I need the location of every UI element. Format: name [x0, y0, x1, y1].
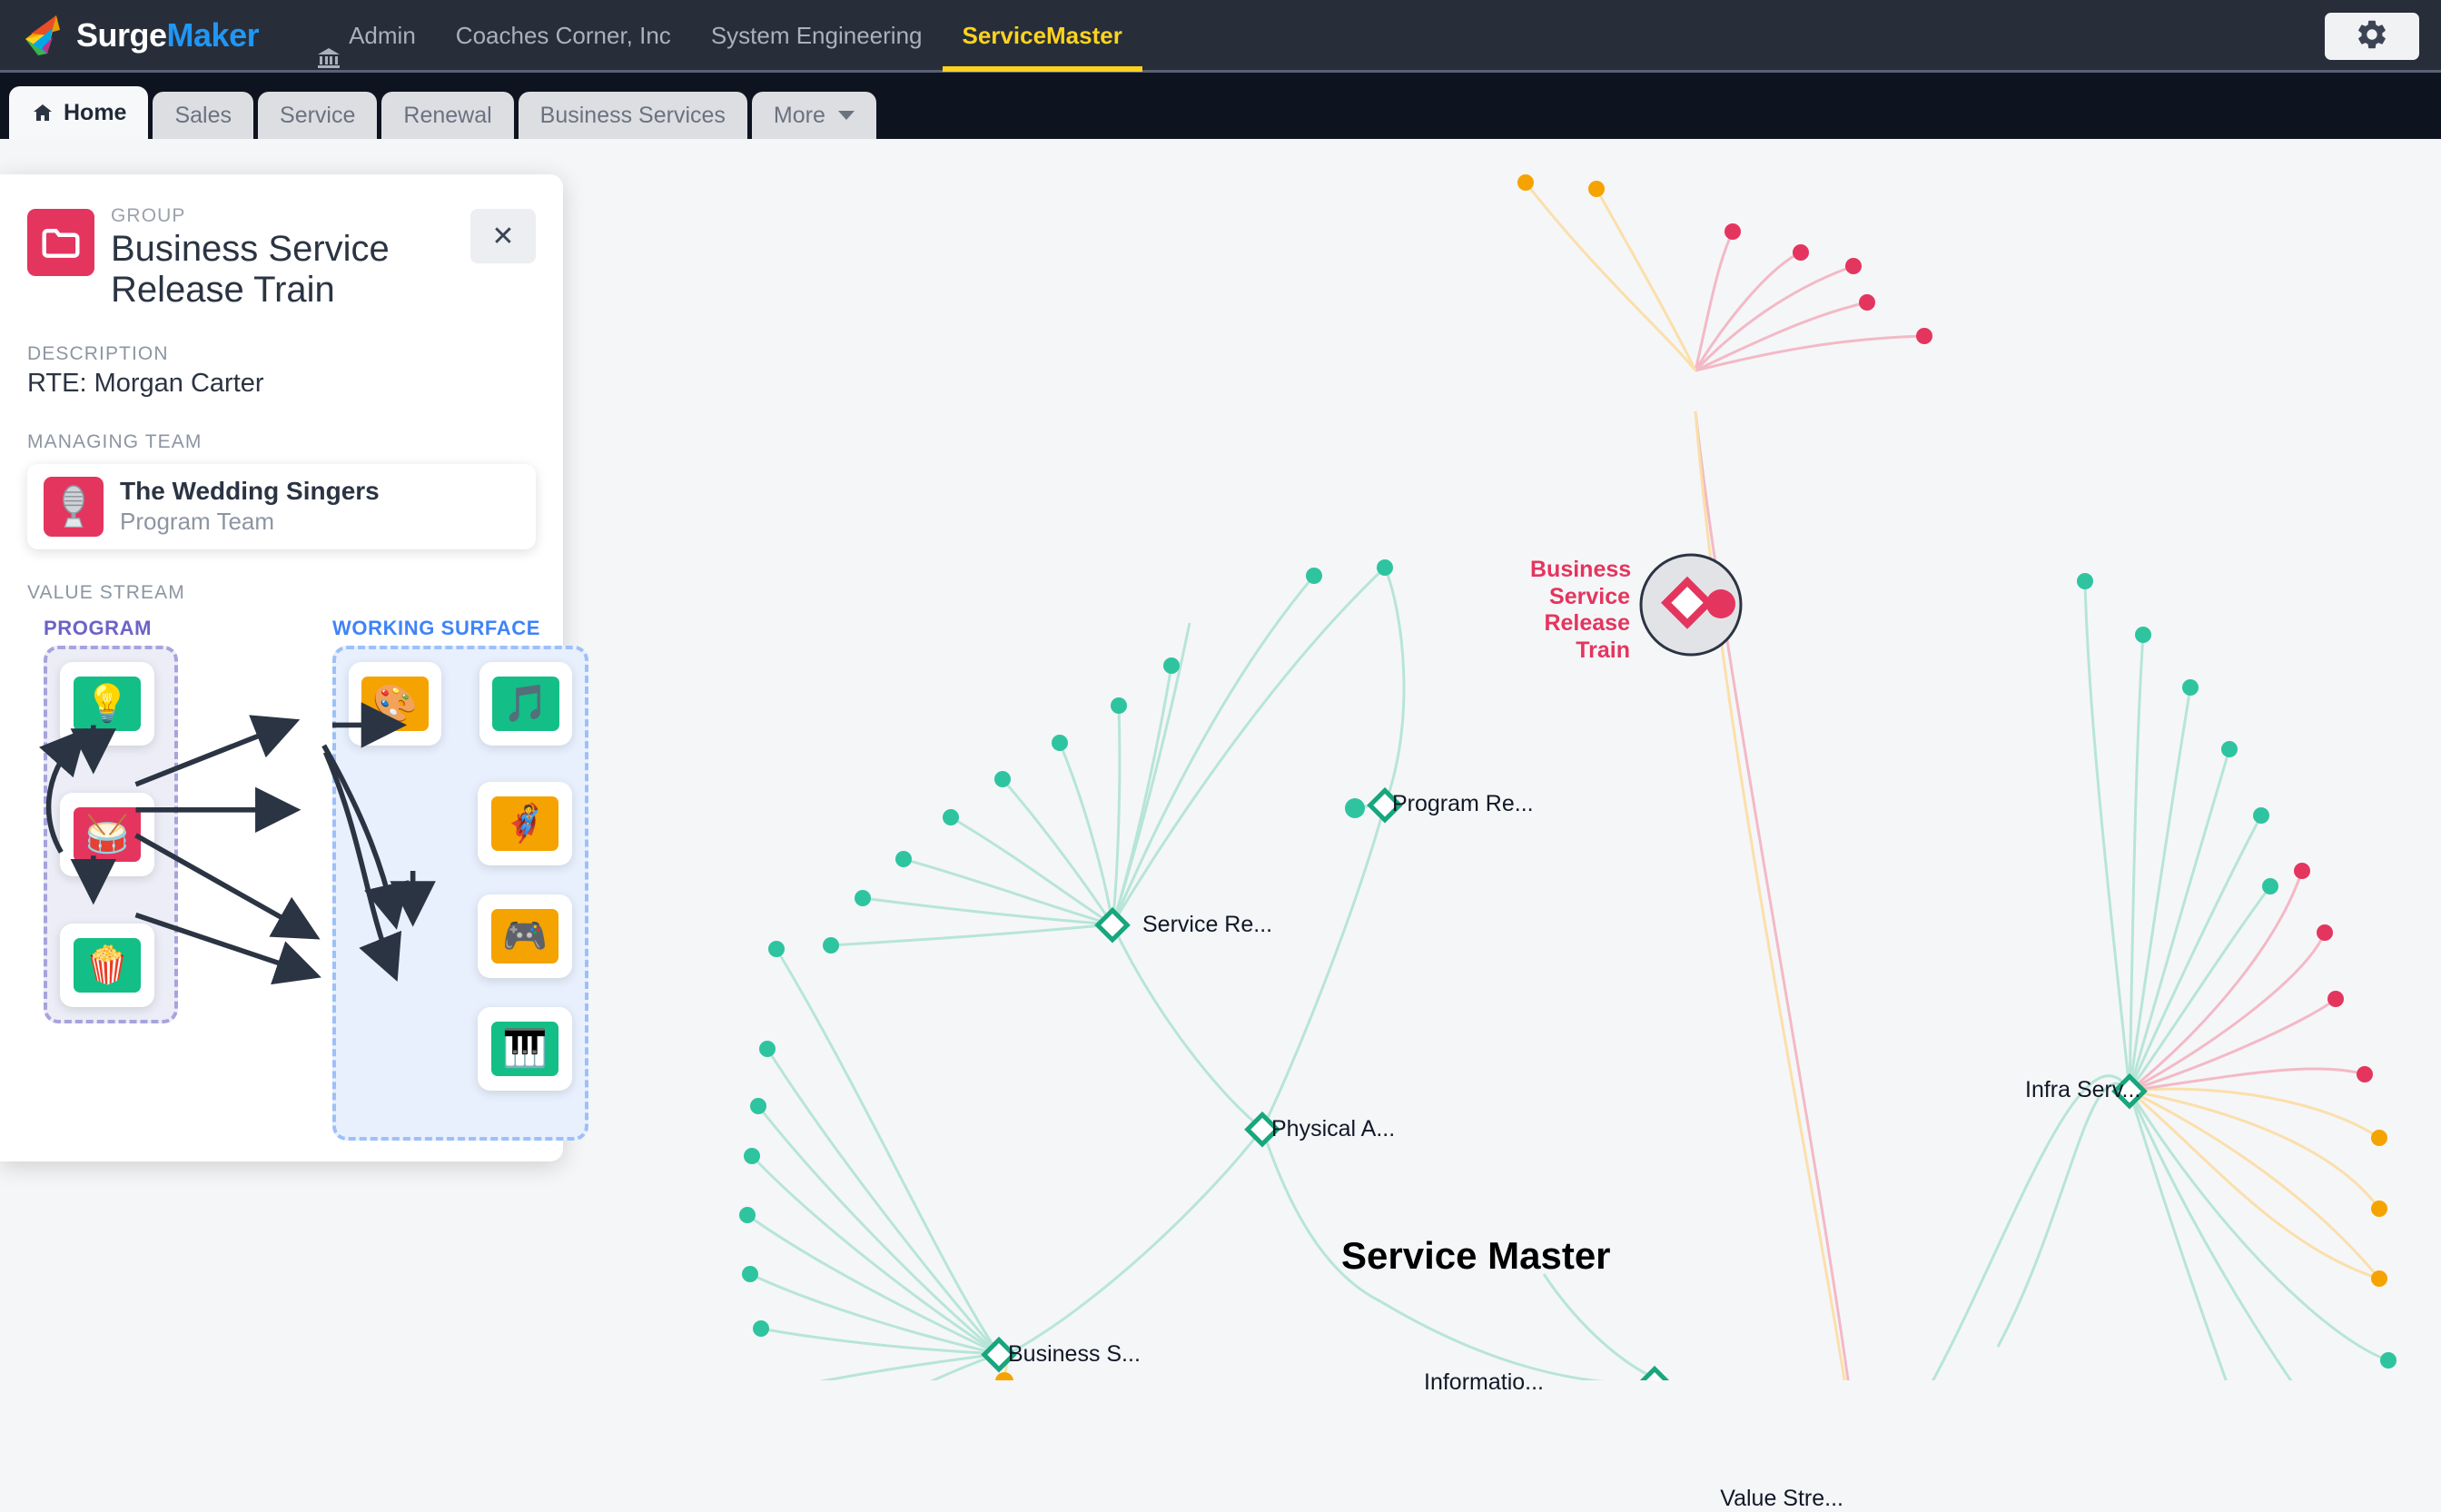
tab-label: Service — [280, 102, 356, 128]
drum-icon: 🥁 — [74, 806, 141, 862]
graph-node-label-infra-serv[interactable]: Infra Serv... — [2025, 1077, 2140, 1103]
graph-node-label-informatio[interactable]: Informatio... — [1424, 1369, 1544, 1396]
vs-tile-lightbulb[interactable]: 💡 — [60, 661, 154, 746]
brand[interactable]: SurgeMaker — [20, 12, 260, 59]
tab-home[interactable]: Home — [9, 86, 149, 139]
microphone-icon — [44, 476, 104, 537]
top-navigation-bar: SurgeMaker Admin Coaches Corner, Inc Sys… — [0, 0, 2441, 73]
gamepad-icon: 🎮 — [491, 908, 558, 964]
value-stream-diagram: PROGRAM 💡 🥁 🍿 WORKING SURFACE 🎨 🎵 🦸 🎮 🎹 — [27, 617, 588, 1141]
nav-item-label: ServiceMaster — [962, 21, 1122, 49]
tab-label: More — [773, 102, 825, 128]
graph-node-label-program-re[interactable]: Program Re... — [1392, 791, 1534, 817]
page-title: Business Service Release Train — [111, 229, 390, 310]
home-icon — [31, 102, 54, 124]
description-value: RTE: Morgan Carter — [27, 368, 264, 398]
panel-header: GROUP Business Service Release Train — [27, 205, 536, 311]
tab-label: Home — [64, 99, 127, 125]
tab-more[interactable]: More — [751, 92, 876, 139]
vs-tile-palette[interactable]: 🎨 — [349, 661, 441, 746]
graph-node-label-business-s[interactable]: Business S... — [1008, 1341, 1141, 1368]
tab-business-services[interactable]: Business Services — [518, 92, 747, 139]
nav-items: Admin Coaches Corner, Inc System Enginee… — [297, 0, 1142, 72]
vs-tile-piano[interactable]: 🎹 — [478, 1006, 572, 1091]
chevron-down-icon — [837, 111, 855, 120]
value-stream-label: VALUE STREAM — [27, 581, 185, 603]
brand-name-first: Surge — [76, 15, 167, 54]
tab-label: Business Services — [539, 102, 726, 128]
settings-button[interactable] — [2325, 13, 2419, 60]
graph-center-title: Service Master — [1341, 1234, 1611, 1277]
piano-icon: 🎹 — [491, 1021, 558, 1076]
graph-node-label-value-stre[interactable]: Value Stre... — [1720, 1486, 1843, 1512]
detail-panel: ✕ GROUP Business Service Release Train D… — [0, 174, 588, 1161]
working-surface-box: 🎨 🎵 🦸 🎮 🎹 — [332, 645, 588, 1141]
tab-sales[interactable]: Sales — [153, 92, 254, 139]
nav-item-label: Admin — [349, 21, 416, 49]
managing-team-card[interactable]: The Wedding Singers Program Team — [27, 463, 536, 549]
close-panel-button[interactable]: ✕ — [470, 209, 536, 263]
nav-item-coaches-corner[interactable]: Coaches Corner, Inc — [436, 0, 691, 72]
managing-team-label: MANAGING TEAM — [27, 430, 203, 452]
lightbulb-icon: 💡 — [74, 676, 141, 731]
vs-tile-gamepad[interactable]: 🎮 — [478, 894, 572, 978]
popcorn-icon: 🍿 — [74, 937, 141, 993]
program-box: 💡 🥁 🍿 — [44, 645, 178, 1023]
graph-node-label-physical-a[interactable]: Physical A... — [1271, 1116, 1395, 1142]
vs-tile-drum[interactable]: 🥁 — [60, 792, 154, 876]
tab-renewal[interactable]: Renewal — [381, 92, 514, 139]
vs-tile-music-note[interactable]: 🎵 — [479, 661, 572, 746]
column-label-working-surface: WORKING SURFACE — [332, 616, 540, 639]
surgemaker-logo-icon — [20, 12, 67, 59]
palette-icon: 🎨 — [361, 676, 429, 731]
tab-label: Sales — [174, 102, 232, 128]
managing-team-role: Program Team — [120, 508, 275, 536]
folder-icon — [27, 209, 94, 276]
graph-node-label-service-re[interactable]: Service Re... — [1142, 912, 1272, 938]
superhero-icon: 🦸 — [491, 796, 558, 851]
tab-service[interactable]: Service — [258, 92, 378, 139]
managing-team-name: The Wedding Singers — [120, 477, 380, 506]
value-stream-column-program: PROGRAM 💡 🥁 🍿 — [44, 617, 178, 1141]
vs-tile-superhero[interactable]: 🦸 — [478, 781, 572, 865]
close-icon: ✕ — [491, 221, 515, 252]
music-note-icon: 🎵 — [492, 676, 559, 731]
vs-tile-popcorn[interactable]: 🍿 — [60, 923, 154, 1007]
column-label-program: PROGRAM — [44, 616, 153, 639]
highlight-node-label: Business Service Release Train — [1530, 557, 1632, 663]
tab-strip: Home Sales Service Renewal Business Serv… — [0, 73, 2441, 139]
nav-item-system-engineering[interactable]: System Engineering — [691, 0, 943, 72]
nav-item-label: Coaches Corner, Inc — [455, 21, 671, 49]
description-label: DESCRIPTION — [27, 342, 169, 364]
nav-item-servicemaster[interactable]: ServiceMaster — [943, 0, 1142, 72]
panel-kicker: GROUP — [111, 205, 186, 226]
bank-icon — [317, 25, 341, 68]
brand-name-second: Maker — [166, 15, 260, 54]
nav-item-label: System Engineering — [710, 21, 923, 49]
tab-label: Renewal — [403, 102, 492, 128]
value-stream-column-working-surface: WORKING SURFACE 🎨 🎵 🦸 🎮 🎹 — [332, 617, 588, 1141]
gear-icon — [2355, 17, 2389, 56]
nav-item-admin[interactable]: Admin — [297, 0, 436, 72]
